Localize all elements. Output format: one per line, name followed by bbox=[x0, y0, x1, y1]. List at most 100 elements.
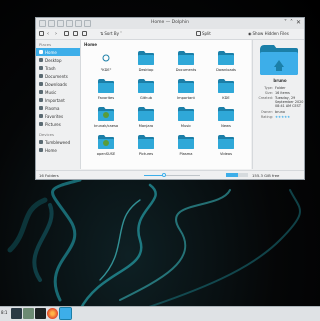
arrow-left-icon: ‹ bbox=[47, 31, 49, 37]
file-name: "KDE" bbox=[100, 68, 112, 72]
status-bar: 16 Folders 155.3 GiB free bbox=[36, 170, 304, 179]
sidebar-item-home[interactable]: Home bbox=[36, 48, 80, 56]
file-item[interactable]: Plasma bbox=[167, 135, 205, 162]
sidebar-item-pictures[interactable]: Pictures bbox=[36, 120, 80, 128]
file-item[interactable]: Github bbox=[127, 79, 165, 106]
dolphin-icon[interactable] bbox=[59, 307, 72, 320]
info-row-size: Size: 16 items bbox=[255, 91, 304, 95]
sidebar-item-plasma[interactable]: Plasma bbox=[36, 104, 80, 112]
view-compact[interactable] bbox=[73, 31, 78, 36]
sidebar-item-tumbleweed[interactable]: Tumbleweed bbox=[36, 138, 80, 146]
maximize-button[interactable]: ˄ bbox=[290, 19, 293, 26]
trash-icon bbox=[39, 66, 43, 70]
close-button[interactable]: ✕ bbox=[296, 19, 301, 26]
sidebar-item-label: Music bbox=[45, 89, 57, 95]
free-space-fill bbox=[226, 173, 239, 177]
file-item[interactable]: Documents bbox=[167, 51, 205, 78]
split-label: Split bbox=[202, 31, 211, 36]
picture-icon bbox=[39, 122, 43, 126]
folder-icon bbox=[178, 51, 194, 65]
drive-icon bbox=[39, 148, 43, 152]
sidebar-item-label: Important bbox=[45, 97, 65, 103]
rating-stars[interactable]: ★★★★★ bbox=[275, 115, 304, 119]
show-hidden-files-button[interactable]: ◉ Show Hidden Files bbox=[248, 31, 289, 36]
file-item[interactable]: krunak/caesa bbox=[87, 107, 125, 134]
app-launcher-icon[interactable] bbox=[11, 308, 22, 319]
image-viewer-icon[interactable] bbox=[23, 308, 34, 319]
view-details[interactable] bbox=[82, 31, 87, 36]
clock[interactable]: 8:1 bbox=[1, 310, 7, 315]
hamburger-menu[interactable] bbox=[39, 31, 44, 36]
folder-icon bbox=[102, 54, 110, 62]
file-item[interactable]: KDE bbox=[207, 79, 245, 106]
file-view[interactable]: Home "KDE" Desktop Documents Downloads Favor… bbox=[81, 40, 251, 169]
file-item[interactable]: Music bbox=[167, 107, 205, 134]
places-header: Places bbox=[39, 42, 52, 47]
plasma-icon bbox=[39, 106, 43, 110]
file-item[interactable]: Manjaro bbox=[127, 107, 165, 134]
info-key: Type: bbox=[264, 86, 273, 90]
dolphin-window: Home — Dolphin ˅ ˄ ✕ ‹ › ⇅ Sort By ˅ Spl… bbox=[35, 17, 305, 180]
file-name: Pictures bbox=[138, 152, 154, 156]
information-panel: bruno Type: Folder Size: 16 items Created:… bbox=[252, 40, 304, 169]
split-button[interactable]: Split bbox=[196, 31, 211, 36]
sidebar-item-important[interactable]: Important bbox=[36, 96, 80, 104]
file-name: Manjaro bbox=[138, 124, 154, 128]
file-name: News bbox=[221, 124, 231, 128]
folder-icon bbox=[138, 135, 154, 149]
info-row-rating[interactable]: Rating: ★★★★★ bbox=[255, 115, 304, 119]
file-name: Important bbox=[177, 96, 195, 100]
file-item[interactable]: openSUSE bbox=[87, 135, 125, 162]
drive-icon bbox=[39, 140, 43, 144]
zoom-slider-fill bbox=[144, 174, 164, 176]
file-item[interactable]: Pictures bbox=[127, 135, 165, 162]
file-name: Music bbox=[180, 124, 192, 128]
zoom-slider-handle[interactable] bbox=[161, 173, 166, 177]
chevron-down-icon: ˅ bbox=[119, 31, 122, 36]
minimize-button[interactable]: ˅ bbox=[284, 19, 287, 26]
file-name: Favorites bbox=[97, 96, 115, 100]
file-item[interactable]: Favorites bbox=[87, 79, 125, 106]
sidebar-item-desktop[interactable]: Desktop bbox=[36, 56, 80, 64]
info-row-type: Type: Folder bbox=[255, 86, 304, 90]
folder-icon bbox=[178, 79, 194, 93]
breadcrumb-home[interactable]: Home bbox=[84, 42, 97, 47]
free-space-label: 155.3 GiB free bbox=[252, 173, 280, 178]
taskbar: 8:1 bbox=[0, 306, 320, 321]
free-space-bar bbox=[226, 173, 248, 177]
sidebar-item-downloads[interactable]: Downloads bbox=[36, 80, 80, 88]
folder-icon bbox=[218, 107, 234, 121]
sidebar-item-documents[interactable]: Documents bbox=[36, 72, 80, 80]
zoom-slider[interactable] bbox=[144, 173, 200, 177]
sidebar-item-trash[interactable]: Trash bbox=[36, 64, 80, 72]
view-icons[interactable] bbox=[64, 31, 69, 36]
file-item[interactable]: News bbox=[207, 107, 245, 134]
sidebar-item-label: Documents bbox=[45, 73, 68, 79]
firefox-icon[interactable] bbox=[47, 308, 58, 319]
file-item[interactable]: Downloads bbox=[207, 51, 245, 78]
document-icon bbox=[39, 74, 43, 78]
file-name: KDE bbox=[222, 96, 230, 100]
file-item[interactable]: Desktop bbox=[127, 51, 165, 78]
file-name: Plasma bbox=[179, 152, 193, 156]
folder-icon bbox=[98, 135, 114, 149]
sort-by-dropdown[interactable]: ⇅ Sort By ˅ bbox=[100, 31, 122, 36]
file-item[interactable]: Important bbox=[167, 79, 205, 106]
sidebar-item-favorites[interactable]: Favorites bbox=[36, 112, 80, 120]
back-nav[interactable]: ‹ bbox=[47, 31, 49, 37]
sidebar-item-music[interactable]: Music bbox=[36, 88, 80, 96]
sort-icon: ⇅ bbox=[100, 31, 104, 36]
file-item[interactable]: "KDE" bbox=[87, 51, 125, 78]
star-icon bbox=[39, 114, 43, 118]
terminal-icon[interactable] bbox=[35, 308, 46, 319]
sidebar-item-home-device[interactable]: Home bbox=[36, 146, 80, 154]
file-name: Videos bbox=[220, 152, 232, 156]
toolbar: ‹ › ⇅ Sort By ˅ Split ◉ Show Hidden File… bbox=[36, 29, 304, 40]
file-item[interactable]: Videos bbox=[207, 135, 245, 162]
file-name: Documents bbox=[175, 68, 197, 72]
file-name: Desktop bbox=[138, 68, 154, 72]
info-value: Folder bbox=[275, 86, 286, 90]
forward-nav[interactable]: › bbox=[55, 31, 57, 37]
folder-count: 16 Folders bbox=[39, 173, 59, 178]
breadcrumb[interactable]: Home bbox=[84, 42, 97, 47]
